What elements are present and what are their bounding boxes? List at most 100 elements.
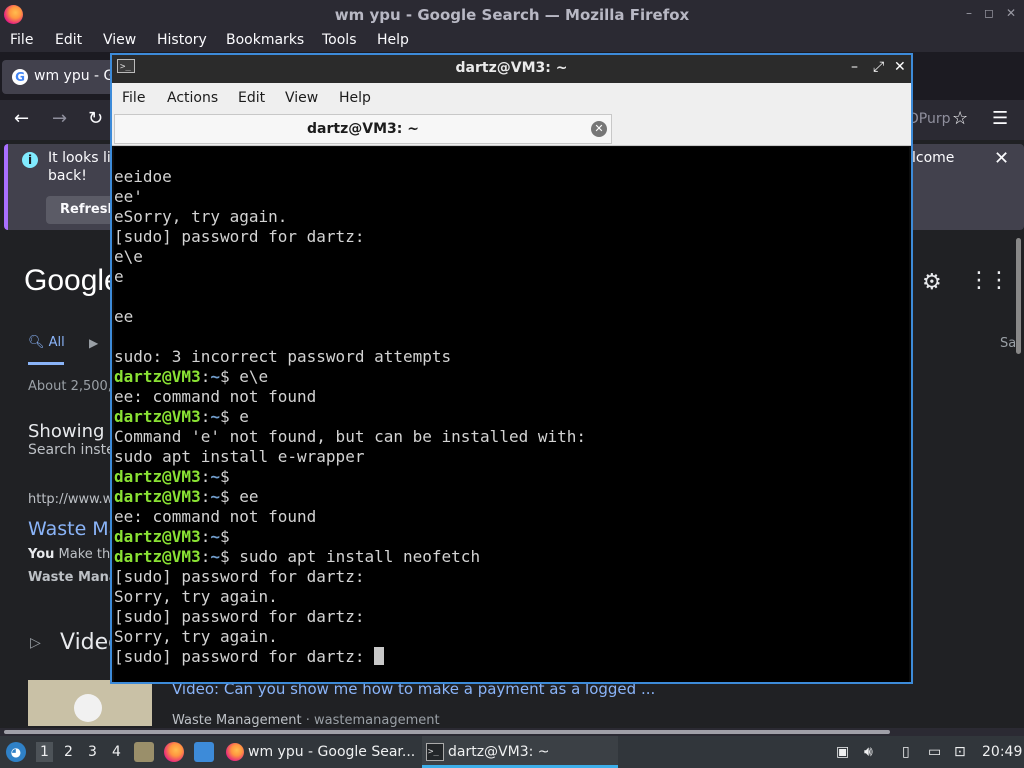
horizontal-scrollbar-thumb[interactable]: [4, 730, 890, 734]
terminal-tab[interactable]: dartz@VM3: ~ ✕: [114, 114, 612, 144]
notice-close-icon[interactable]: ✕: [994, 148, 1009, 169]
minimize-icon[interactable]: –: [851, 59, 858, 75]
close-icon[interactable]: ✕: [894, 59, 906, 75]
tab-all-underline: [28, 362, 64, 365]
text-cursor: [374, 647, 385, 665]
terminal-output-line: ee: command not found: [114, 507, 317, 526]
prompt-separator: :: [200, 547, 211, 566]
command-text: ee: [239, 487, 259, 506]
terminal-menu-file[interactable]: File: [122, 90, 145, 106]
terminal-prompt-line: dartz@VM3:~$ ee: [114, 487, 586, 507]
menu-view[interactable]: View: [103, 32, 136, 48]
terminal-window[interactable]: >_ dartz@VM3: ~ – ⤢ ✕ File Actions Edit …: [110, 53, 913, 684]
page-vertical-scrollbar[interactable]: [1016, 238, 1021, 354]
firefox-window-buttons: – ◻ ✕: [966, 6, 1016, 20]
terminal-tabbar: dartz@VM3: ~ ✕: [112, 113, 911, 146]
tab-close-icon[interactable]: ✕: [591, 121, 607, 137]
task-terminal-label: dartz@VM3: ~: [448, 744, 550, 760]
tab-all[interactable]: 🔍︎ All: [28, 335, 65, 350]
notes-tray-icon[interactable]: ▯: [902, 744, 910, 760]
show-desktop-icon[interactable]: [194, 742, 214, 762]
prompt-path: ~: [210, 407, 220, 426]
command-text: sudo apt install neofetch: [239, 547, 481, 566]
settings-gear-icon[interactable]: ⚙: [922, 270, 942, 295]
firefox-launcher-icon[interactable]: [164, 742, 184, 762]
back-icon[interactable]: ←: [14, 108, 29, 129]
desktop-4[interactable]: 4: [112, 744, 121, 760]
prompt-path: ~: [210, 467, 220, 486]
terminal-output[interactable]: eeidoe ee' eSorry, try again. [sudo] passwo…: [114, 147, 909, 682]
maximize-icon[interactable]: ⤢: [873, 59, 884, 75]
prompt-end: $: [219, 527, 240, 546]
url-fragment[interactable]: DPurp: [908, 111, 951, 127]
terminal-menu-edit[interactable]: Edit: [238, 90, 265, 106]
play-icon: [74, 694, 102, 722]
file-manager-icon[interactable]: [134, 742, 154, 762]
close-icon[interactable]: ✕: [1006, 6, 1016, 20]
hamburger-menu-icon[interactable]: ☰: [992, 108, 1008, 129]
notice-text-line2: back!: [48, 168, 87, 184]
start-menu-icon[interactable]: ◕: [6, 742, 26, 762]
network-icon[interactable]: ▭: [928, 744, 941, 760]
menu-file[interactable]: File: [10, 32, 33, 48]
prompt-user: dartz@VM3: [114, 547, 201, 566]
forward-icon[interactable]: →: [52, 108, 67, 129]
maximize-icon[interactable]: ◻: [984, 6, 994, 20]
terminal-output-line: ee: command not found: [114, 387, 317, 406]
prompt-user: dartz@VM3: [114, 487, 201, 506]
terminal-menubar: File Actions Edit View Help: [112, 83, 911, 113]
bookmark-star-icon[interactable]: ☆: [952, 108, 968, 129]
terminal-output-line: sudo: 3 incorrect password attempts: [114, 347, 452, 366]
tab-right-fragment[interactable]: Sa: [1000, 336, 1016, 351]
prompt-path: ~: [210, 527, 220, 546]
prompt-end: $: [219, 547, 240, 566]
terminal-tab-label: dartz@VM3: ~: [307, 121, 419, 137]
desktop-1[interactable]: 1: [36, 742, 53, 762]
desktop-3[interactable]: 3: [88, 744, 97, 760]
prompt-separator: :: [200, 487, 211, 506]
prompt-end: $: [219, 467, 240, 486]
terminal-output-line: [sudo] password for dartz:: [114, 227, 365, 246]
result-url[interactable]: http://www.wr: [28, 492, 119, 507]
task-terminal[interactable]: >_ dartz@VM3: ~: [422, 736, 618, 768]
info-icon: i: [22, 152, 38, 168]
terminal-menu-view[interactable]: View: [285, 90, 318, 106]
clipboard-tray-icon[interactable]: ▣: [836, 744, 849, 760]
video-tab-icon[interactable]: ▶: [89, 336, 98, 350]
menu-edit[interactable]: Edit: [55, 32, 82, 48]
terminal-titlebar[interactable]: >_ dartz@VM3: ~ – ⤢ ✕: [112, 55, 911, 83]
menu-history[interactable]: History: [157, 32, 207, 48]
result-snippet: You Make the: [28, 547, 119, 562]
update-tray-icon[interactable]: ⊡: [954, 744, 966, 760]
terminal-prompt-line: dartz@VM3:~$ sudo apt install neofetch: [114, 547, 586, 567]
firefox-icon: [226, 743, 244, 761]
terminal-menu-help[interactable]: Help: [339, 90, 371, 106]
result-title-link[interactable]: Waste Ma: [28, 518, 120, 540]
prompt-path: ~: [210, 367, 220, 386]
command-text: e: [239, 407, 249, 426]
task-firefox[interactable]: wm ypu - Google Sear...: [222, 736, 418, 768]
terminal-menu-actions[interactable]: Actions: [167, 90, 218, 106]
prompt-user: dartz@VM3: [114, 367, 201, 386]
terminal-output-line: Sorry, try again.: [114, 587, 278, 606]
desktop-2[interactable]: 2: [64, 744, 73, 760]
terminal-output-line: e\e: [114, 247, 143, 266]
video-thumbnail[interactable]: [28, 680, 152, 726]
volume-icon[interactable]: 🔊︎: [864, 744, 873, 760]
terminal-prompt-line: dartz@VM3:~$ e: [114, 407, 586, 427]
google-logo[interactable]: Google: [24, 264, 121, 298]
search-instead[interactable]: Search inste: [28, 442, 115, 458]
menu-help[interactable]: Help: [377, 32, 409, 48]
terminal-prompt-line: dartz@VM3:~$ e\e: [114, 367, 586, 387]
terminal-prompt-line: dartz@VM3:~$: [114, 467, 586, 487]
terminal-output-line: [sudo] password for dartz:: [114, 567, 365, 586]
terminal-output-line: Sorry, try again.: [114, 627, 278, 646]
menu-bookmarks[interactable]: Bookmarks: [226, 32, 304, 48]
minimize-icon[interactable]: –: [966, 6, 972, 20]
prompt-user: dartz@VM3: [114, 527, 201, 546]
terminal-output-line: ee: [114, 307, 134, 326]
reload-icon[interactable]: ↻: [88, 108, 103, 129]
horizontal-scrollbar[interactable]: [0, 728, 1024, 736]
menu-tools[interactable]: Tools: [322, 32, 357, 48]
